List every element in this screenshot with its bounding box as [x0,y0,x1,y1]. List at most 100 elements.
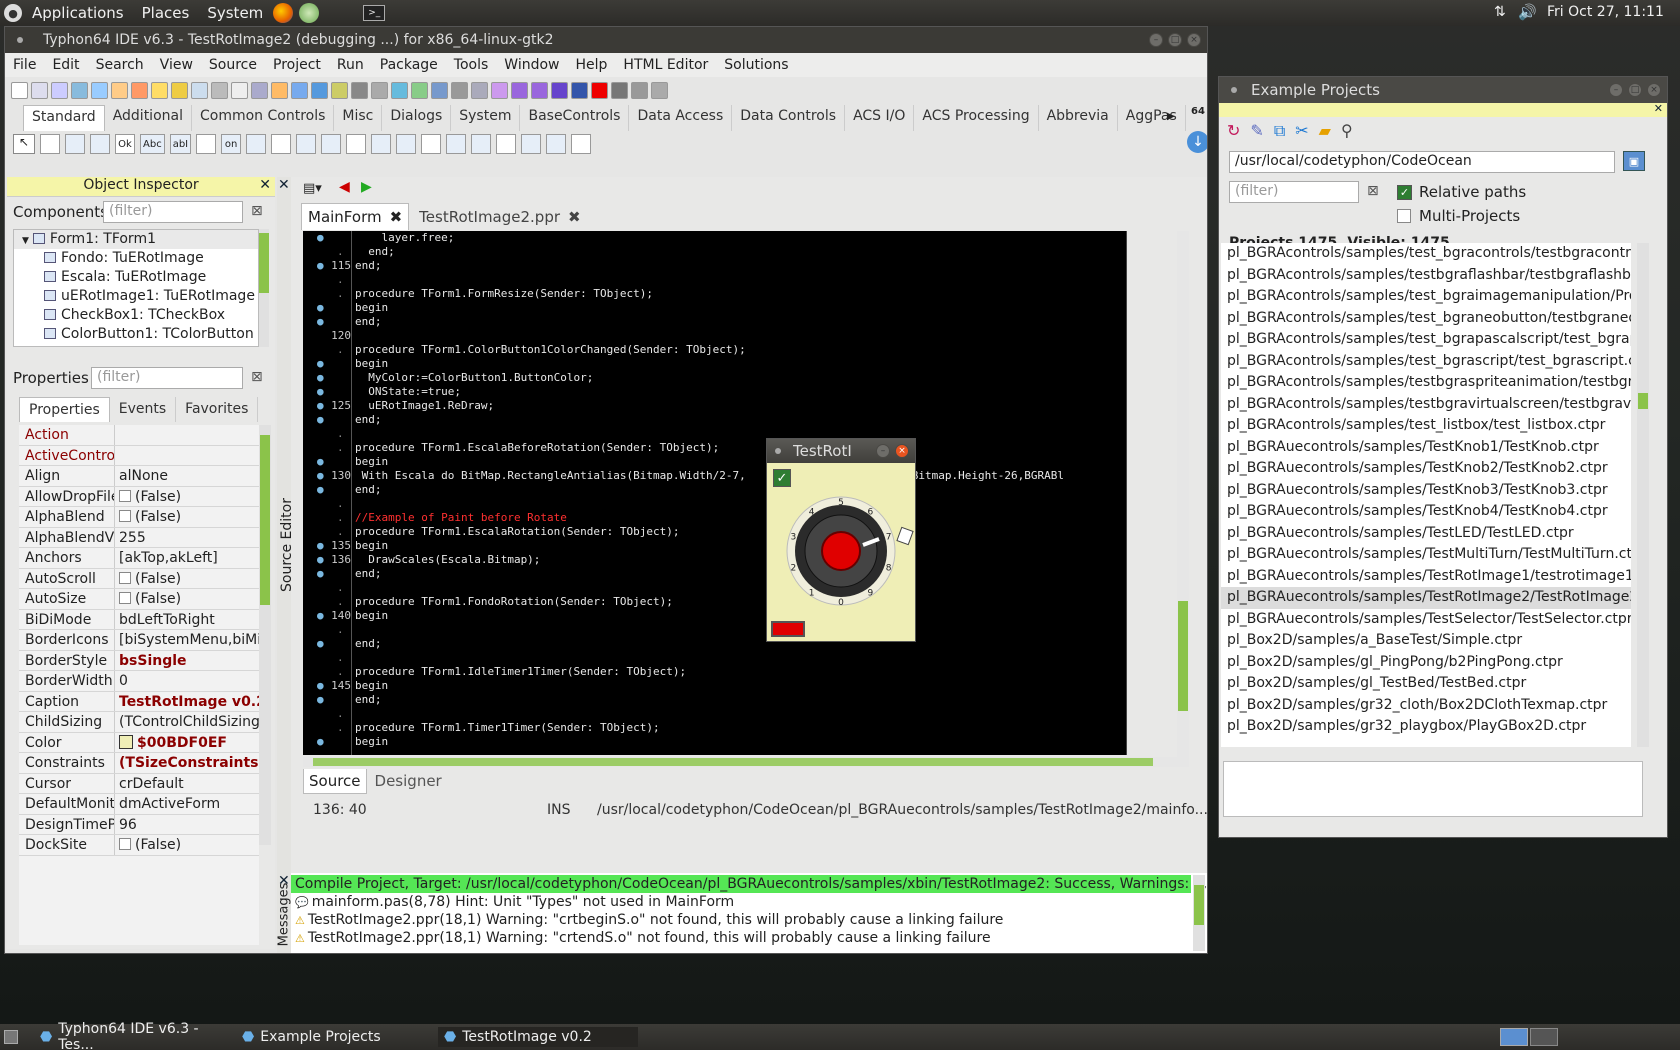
property-row[interactable]: AutoSize (False) [19,589,259,610]
project-list-item[interactable]: pl_BGRAuecontrols/samples/TestLED/TestLE… [1221,523,1631,545]
property-row[interactable]: Caption TestRotImage v0.2 [19,691,259,712]
firefox-icon[interactable] [273,3,294,23]
palette-component-icon[interactable] [446,134,467,154]
minimize-button[interactable]: – [1149,33,1163,47]
checkbox[interactable] [119,489,131,502]
toolbar-button-icon[interactable] [311,81,328,99]
code-line[interactable]: ● end; [303,483,1126,497]
property-value[interactable]: [biSystemMenu,biMinimize] [115,630,259,650]
code-line[interactable]: . procedure TForm1.EscalaBeforeRotation(S… [303,441,1126,455]
breakpoint-dot-icon[interactable]: ● [317,735,324,749]
property-row[interactable]: AlphaBlend (False) [19,507,259,528]
code-line[interactable]: ● 136 DrawScales(Escala.Bitmap); [303,553,1126,567]
palette-component-icon[interactable] [571,134,592,154]
relative-paths-checkbox[interactable]: ✓ [1397,185,1412,200]
task-ide[interactable]: ⬣ Typhon64 IDE v6.3 - Tes... [34,1021,224,1050]
tree-item[interactable]: CheckBox1: TCheckBox [14,306,258,325]
palette-tab-dialogs[interactable]: Dialogs [382,105,452,131]
property-scrollbar[interactable] [259,425,271,845]
breakpoint-dot-icon[interactable]: ● [317,385,324,399]
clear-filter-icon[interactable]: ⊠ [251,369,263,385]
property-value[interactable]: [akTop,akLeft] [115,548,259,568]
property-value[interactable]: (TControlChildSizing) [115,712,259,732]
toolbar-button-icon[interactable] [11,81,28,99]
property-row[interactable]: Action [19,425,259,446]
property-row[interactable]: BorderWidth 0 [19,671,259,692]
project-list-item[interactable]: pl_BGRAcontrols/samples/test_bgracontrol… [1221,243,1631,265]
project-list-item[interactable]: pl_BGRAcontrols/samples/test_bgrascript/… [1221,351,1631,373]
forward-arrow-icon[interactable]: ▶ [361,179,372,195]
toolbar-button-icon[interactable] [211,81,228,99]
property-value[interactable]: bdLeftToRight [115,609,259,629]
toolbar-button-icon[interactable] [411,81,428,99]
code-line[interactable]: ● begin [303,735,1126,749]
property-row[interactable]: AutoScroll (False) [19,568,259,589]
toolbar-button-icon[interactable] [351,81,368,99]
inspector-tab-events[interactable]: Events [110,397,177,422]
project-list-item[interactable]: pl_Box2D/samples/gr32_cloth/Box2DClothTe… [1221,695,1631,717]
code-line[interactable]: . procedure TForm1.IdleTimer1Timer(Sender… [303,665,1126,679]
copy-icon[interactable]: ⧉ [1274,121,1285,141]
palette-component-icon[interactable] [371,134,392,154]
code-line[interactable]: ● 135 begin [303,539,1126,553]
ide-titlebar[interactable]: Typhon64 IDE v6.3 - TestRotImage2 (debug… [5,27,1207,53]
property-value[interactable]: dmActiveForm [115,794,259,814]
palette-component-icon[interactable] [90,134,110,154]
checkbox[interactable] [119,592,131,604]
code-line[interactable]: ● 140 begin [303,609,1126,623]
jump-menu-icon[interactable]: ▤▾ [303,181,322,196]
toolbar-button-icon[interactable] [151,81,168,99]
project-list-item[interactable]: pl_Box2D/samples/gl_PingPong/b2PingPong.… [1221,652,1631,674]
pointer-tool-icon[interactable]: ↖ [13,134,35,154]
rotary-knob[interactable]: 0 1 2 3 4 5 6 7 8 9 [781,483,915,617]
tree-scrollbar[interactable] [259,229,269,347]
code-line[interactable]: . [303,651,1126,665]
toolbar-button-icon[interactable] [511,81,528,99]
delete-icon[interactable]: ✂ [1295,121,1308,141]
breakpoint-dot-icon[interactable]: ● [317,455,324,469]
expand-icon[interactable]: ▼ [22,236,29,246]
volume-icon[interactable]: 🔊 [1518,3,1537,21]
code-line[interactable]: ● end; [303,637,1126,651]
code-line[interactable]: . [303,623,1126,637]
examples-titlebar[interactable]: Example Projects – □ × [1219,77,1667,103]
menu-applications[interactable]: Applications [32,4,124,22]
refresh-icon[interactable]: ↻ [1227,121,1240,141]
menu-edit[interactable]: Edit [44,57,87,73]
tab-source[interactable]: Source [303,769,367,794]
code-line[interactable]: ● 130 With Escala do BitMap.RectangleAnti… [303,469,1126,483]
palette-scroll-right-icon[interactable]: ▶ [1167,111,1175,122]
breakpoint-dot-icon[interactable]: ● [317,231,324,245]
breakpoint-dot-icon[interactable]: ● [317,399,324,413]
palette-component-icon[interactable]: abI [169,134,192,154]
property-value[interactable]: (False) [115,507,259,527]
palette-component-icon[interactable]: Abc [140,134,165,154]
toolbar-button-icon[interactable] [31,81,48,99]
property-value[interactable]: (False) [115,835,259,855]
task-testrotimage[interactable]: ⬣ TestRotImage v0.2 [438,1027,638,1047]
code-line[interactable]: ● begin [303,455,1126,469]
breakpoint-dot-icon[interactable]: ● [317,483,324,497]
code-line[interactable]: . [303,497,1126,511]
code-line[interactable]: . //Example of Paint before Rotate [303,511,1126,525]
build-icon[interactable]: ✎ [1250,121,1263,141]
tree-item[interactable]: Escala: TuERotImage [14,268,258,287]
code-line[interactable]: ● 115 end; [303,259,1126,273]
code-line[interactable]: . [303,707,1126,721]
palette-component-icon[interactable] [196,134,217,154]
property-row[interactable]: ChildSizing (TControlChildSizing) [19,712,259,733]
palette-tab-abbrevia[interactable]: Abbrevia [1039,105,1118,131]
toolbar-button-icon[interactable] [531,81,548,99]
project-list-item[interactable]: pl_BGRAcontrols/samples/test_listbox/tes… [1221,415,1631,437]
toolbar-button-icon[interactable] [591,81,608,99]
property-row[interactable]: DockSite (False) [19,835,259,856]
message-line[interactable]: Compile Project, Target: /usr/local/code… [291,875,1207,893]
toolbar-button-icon[interactable] [271,81,288,99]
project-list-item[interactable]: pl_BGRAcontrols/samples/test_bgraneobutt… [1221,308,1631,330]
workspace-2[interactable] [1530,1028,1558,1046]
project-list-item[interactable]: pl_Box2D/samples/gr32_playgbox/PlayGBox2… [1221,716,1631,738]
code-line[interactable]: . 120 [303,329,1126,343]
code-line[interactable]: ● layer.free; [303,231,1126,245]
code-line[interactable]: ● end; [303,315,1126,329]
tab-designer[interactable]: Designer [367,769,450,794]
